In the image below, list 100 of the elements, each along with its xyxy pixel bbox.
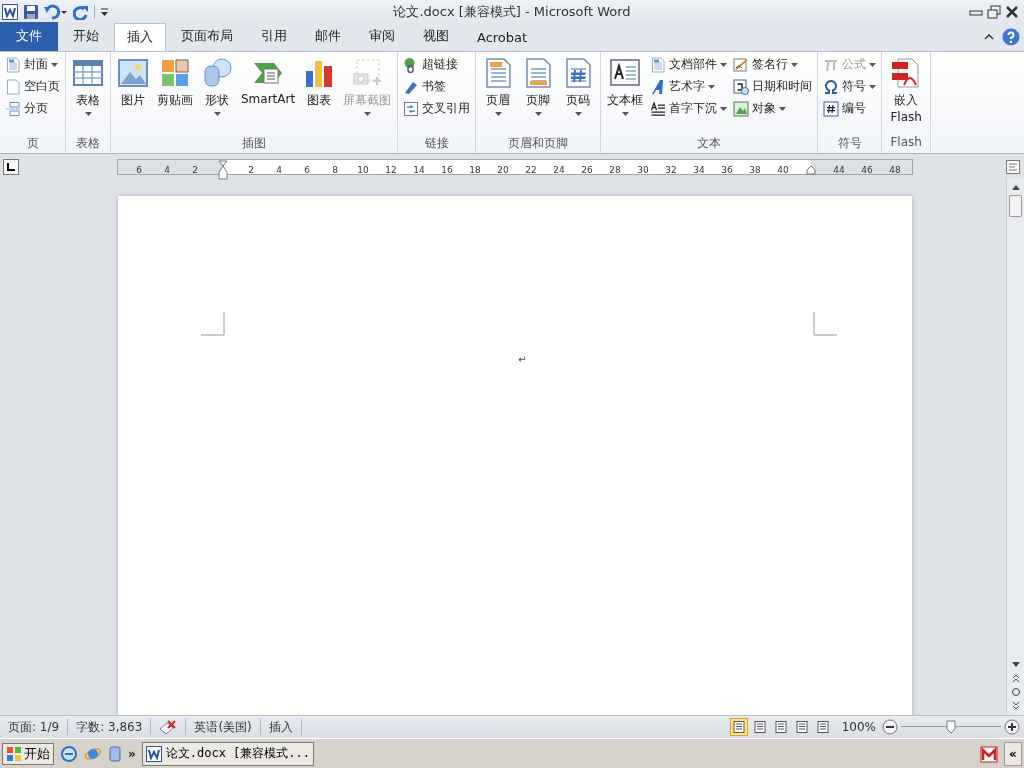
ribbon-tab[interactable]: Acrobat bbox=[464, 24, 541, 51]
ribbon-button[interactable]: 首字下沉 bbox=[648, 99, 730, 118]
ribbon-button[interactable]: 表格 bbox=[69, 54, 107, 136]
blank-page-icon bbox=[5, 78, 21, 95]
ruler-number: 40 bbox=[776, 163, 790, 177]
ruler-number: 48 bbox=[888, 163, 902, 177]
page-lines-icon bbox=[773, 720, 788, 735]
ribbon-button[interactable]: 分页 bbox=[3, 99, 62, 118]
next-page-icon[interactable] bbox=[1010, 701, 1021, 712]
word-count[interactable]: 字数: 3,863 bbox=[68, 719, 152, 736]
ruler-number: 36 bbox=[720, 163, 734, 177]
redo-icon[interactable] bbox=[73, 3, 89, 20]
close-icon[interactable] bbox=[1004, 4, 1020, 19]
customize-toolbar-icon[interactable] bbox=[100, 5, 109, 18]
print-layout-icon[interactable] bbox=[729, 718, 748, 737]
ribbon-tab[interactable]: 插入 bbox=[114, 22, 166, 52]
tab-selector-button[interactable] bbox=[3, 158, 19, 175]
save-icon[interactable] bbox=[23, 3, 39, 20]
object-icon bbox=[733, 100, 750, 117]
ribbon-button[interactable]: 日期和时间 bbox=[731, 77, 815, 96]
ribbon-button[interactable]: 文档部件 bbox=[648, 55, 730, 74]
ribbon-button[interactable]: 页码 bbox=[559, 54, 598, 136]
ribbon-button[interactable]: 书签 bbox=[401, 77, 473, 96]
ruler-number: 4 bbox=[163, 163, 171, 177]
ribbon-button[interactable]: 对象 bbox=[731, 99, 815, 118]
ribbon-button[interactable]: 文本框 bbox=[604, 54, 647, 136]
browse-object-icon[interactable] bbox=[1010, 687, 1021, 698]
page-lines-icon bbox=[731, 720, 746, 735]
undo-icon[interactable] bbox=[44, 3, 68, 20]
word-logo-icon[interactable] bbox=[2, 3, 18, 20]
scroll-up-icon[interactable] bbox=[1010, 183, 1021, 192]
view-ruler-icon[interactable] bbox=[1006, 159, 1020, 174]
language-indicator[interactable]: 英语(美国) bbox=[186, 719, 261, 736]
zoom-out-icon[interactable] bbox=[882, 719, 898, 736]
more-button[interactable]: » bbox=[128, 746, 136, 761]
ribbon-button[interactable]: 超链接 bbox=[401, 55, 473, 74]
ribbon-button[interactable]: 艺术字 bbox=[648, 77, 730, 96]
document-page[interactable]: ↵ bbox=[118, 196, 912, 716]
signature-icon bbox=[733, 56, 750, 73]
ribbon-tab[interactable]: 文件 bbox=[0, 21, 58, 51]
ribbon-button[interactable]: 符号 bbox=[821, 77, 879, 96]
ruler-number: 32 bbox=[664, 163, 678, 177]
group-label: 页 bbox=[25, 135, 40, 153]
ruler-number: 20 bbox=[496, 163, 510, 177]
windows-logo-icon bbox=[6, 745, 22, 762]
cover-page-icon bbox=[5, 56, 21, 73]
window-title: 论文.docx [兼容模式] - Microsoft Word bbox=[393, 2, 631, 21]
taskbar-button[interactable]: 论文.docx [兼容模式... bbox=[141, 741, 314, 766]
crop-mark-icon bbox=[813, 312, 837, 337]
zoom-in-icon[interactable] bbox=[1004, 719, 1020, 736]
ribbon-button[interactable]: 图片 bbox=[114, 54, 152, 136]
page-lines-icon bbox=[815, 720, 830, 735]
insert-mode-indicator[interactable]: 插入 bbox=[260, 719, 302, 736]
ribbon-button[interactable]: 签名行 bbox=[731, 55, 815, 74]
drop-cap-icon bbox=[650, 100, 667, 117]
ribbon-tab[interactable]: 审阅 bbox=[356, 21, 408, 51]
ribbon-button[interactable]: 交叉引用 bbox=[401, 99, 473, 118]
right-indent-marker-icon[interactable] bbox=[806, 164, 816, 175]
ribbon-button[interactable]: 剪贴画 bbox=[154, 54, 196, 136]
ribbon-tab[interactable]: 引用 bbox=[248, 21, 300, 51]
start-button[interactable]: 开始 bbox=[2, 742, 54, 765]
ribbon-tab[interactable]: 视图 bbox=[410, 21, 462, 51]
zoom-level[interactable]: 100% bbox=[841, 720, 876, 735]
ribbon-button[interactable]: 嵌入 Flash bbox=[885, 54, 928, 136]
ribbon-button[interactable]: 形状 bbox=[198, 54, 236, 136]
ribbon-button[interactable]: 页眉 bbox=[479, 54, 518, 136]
help-icon[interactable] bbox=[1002, 28, 1020, 47]
scroll-thumb[interactable] bbox=[1009, 195, 1022, 218]
ribbon-button[interactable]: 封面 bbox=[3, 55, 62, 74]
previous-page-icon[interactable] bbox=[1010, 673, 1021, 684]
ruler-number: 10 bbox=[356, 163, 370, 177]
number-icon bbox=[823, 100, 840, 117]
ruler-number: 6 bbox=[303, 163, 311, 177]
ribbon-button[interactable]: 空白页 bbox=[3, 77, 62, 96]
page-count[interactable]: 页面: 1/9 bbox=[0, 719, 69, 736]
ruler-number: 28 bbox=[608, 163, 622, 177]
vertical-scrollbar[interactable] bbox=[1006, 179, 1024, 716]
ribbon-tab[interactable]: 开始 bbox=[60, 21, 112, 51]
ruler-number: 16 bbox=[440, 163, 454, 177]
ruler-number: 34 bbox=[692, 163, 706, 177]
ribbon-tab[interactable]: 邮件 bbox=[302, 21, 354, 51]
indent-marker-icon[interactable] bbox=[218, 159, 228, 180]
text-box-icon bbox=[609, 56, 642, 89]
show-hidden-icons-button[interactable]: « bbox=[1004, 741, 1022, 766]
proofing-error-icon[interactable] bbox=[159, 719, 178, 736]
cross-reference-icon bbox=[403, 100, 420, 117]
ruler-number: 26 bbox=[580, 163, 594, 177]
word-logo-icon bbox=[145, 745, 162, 762]
restore-icon[interactable] bbox=[986, 4, 1002, 19]
ribbon-button[interactable]: SmartArt bbox=[238, 54, 299, 136]
picture-icon bbox=[117, 56, 149, 89]
slider-thumb[interactable] bbox=[946, 720, 956, 735]
page-lines-icon bbox=[794, 720, 809, 735]
tray-app-icon[interactable] bbox=[980, 744, 998, 763]
ribbon-button[interactable]: 图表 bbox=[300, 54, 339, 136]
ribbon-button[interactable]: 编号 bbox=[821, 99, 879, 118]
group-label: 链接 bbox=[423, 135, 450, 153]
ribbon-button[interactable]: 页脚 bbox=[519, 54, 558, 136]
shapes-icon bbox=[201, 56, 233, 89]
ribbon-tab[interactable]: 页面布局 bbox=[168, 21, 246, 51]
